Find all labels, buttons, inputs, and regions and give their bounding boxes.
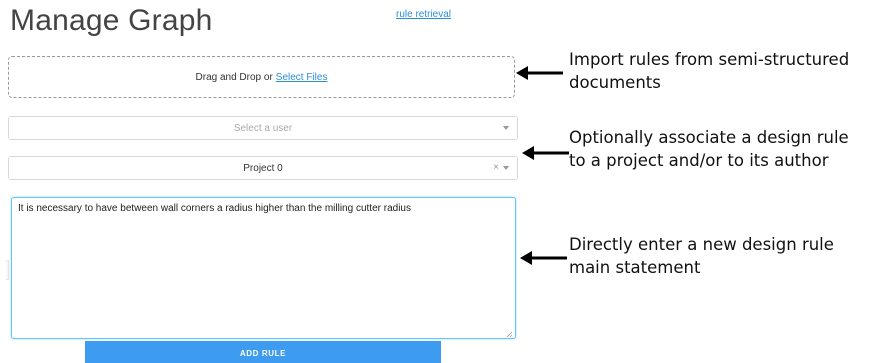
side-handle[interactable]	[6, 260, 9, 280]
chevron-down-icon[interactable]	[503, 126, 509, 130]
annotation-import: Import rules from semi-structured docume…	[569, 48, 849, 94]
rule-statement-input[interactable]: It is necessary to have between wall cor…	[11, 197, 516, 339]
annotation-line: documents	[569, 73, 661, 92]
annotation-line: Import rules from semi-structured	[569, 50, 850, 69]
project-select-value: Project 0	[243, 162, 283, 174]
arrow-left-icon	[520, 251, 567, 265]
page-title: Manage Graph	[10, 4, 213, 37]
arrow-left-icon	[522, 146, 569, 160]
dropzone-prompt: Drag and Drop or	[195, 71, 273, 83]
file-dropzone[interactable]: Drag and Drop or Select Files	[8, 56, 515, 98]
user-select-placeholder: Select a user	[233, 122, 293, 134]
select-files-link[interactable]: Select Files	[276, 72, 328, 83]
add-rule-button[interactable]: ADD RULE	[85, 341, 441, 363]
user-select[interactable]: Select a user	[8, 116, 518, 140]
project-select[interactable]: Project 0 ×	[8, 156, 518, 180]
annotation-line: Directly enter a new design rule	[569, 235, 834, 254]
arrow-left-icon	[516, 66, 563, 80]
annotation-enter-rule: Directly enter a new design rule main st…	[569, 233, 834, 279]
annotation-line: main statement	[569, 258, 701, 277]
rule-retrieval-link[interactable]: rule retrieval	[396, 9, 451, 20]
annotation-line: to a project and/or to its author	[569, 151, 829, 170]
annotation-line: Optionally associate a design rule	[569, 128, 849, 147]
chevron-down-icon[interactable]	[503, 166, 509, 170]
clear-icon[interactable]: ×	[493, 162, 499, 174]
annotation-associate: Optionally associate a design rule to a …	[569, 126, 849, 172]
resize-grip-icon[interactable]	[505, 330, 513, 338]
